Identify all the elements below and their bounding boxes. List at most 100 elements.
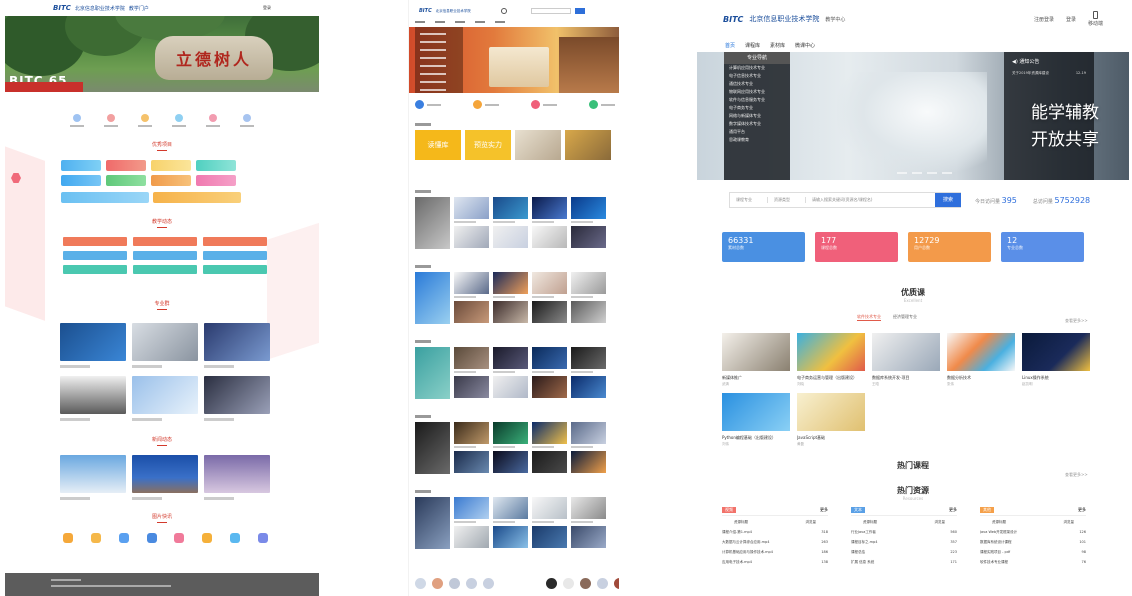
list-item[interactable]: 软件技术专业课程 76 [980,557,1086,567]
library-search-input[interactable] [530,8,571,14]
course-card[interactable]: 数据库系统开发-项目 王晗 [872,333,940,387]
side-menu-item[interactable]: 通信技术专业 [724,80,790,88]
resource-card[interactable] [571,272,606,324]
nav-microcourse[interactable]: 微课中心 [795,42,815,49]
course-card[interactable]: Linux操作系统 赵凯明 [1022,333,1090,387]
major-card[interactable] [204,376,270,421]
news-chip[interactable] [203,237,267,246]
quick-icon[interactable] [118,533,129,543]
resource-card[interactable] [532,347,567,399]
major-card[interactable] [132,323,198,368]
avatar[interactable] [546,578,557,589]
portal-login-link[interactable]: 登录 [263,5,271,11]
tab-software[interactable]: 软件技术专业 [857,314,881,321]
list-more-link[interactable]: 更多 [949,507,957,513]
resource-card[interactable] [571,197,606,249]
project-button[interactable] [61,175,101,186]
side-menu-item[interactable]: 数字媒体技术专业 [724,120,790,128]
major-select[interactable]: 课程专业 [730,197,768,203]
quick-icon[interactable] [63,533,73,543]
resource-card[interactable] [571,497,606,549]
project-button[interactable] [196,160,236,171]
list-item[interactable]: 行业Java工作者 560 [851,527,957,537]
side-menu-item[interactable]: 电子信息技术专业 [724,72,790,80]
resource-card[interactable] [571,347,606,399]
library-search-button[interactable] [574,8,585,14]
resource-card[interactable] [493,197,528,249]
news-card[interactable] [132,455,198,500]
featured-more-link[interactable]: 查看更多>> [1065,318,1088,324]
course-card[interactable]: 电子商务运营与管理（出版建设） 刘晓 [797,333,865,387]
summary-tile[interactable]: 12729 用户总数 [908,232,991,262]
avatar[interactable] [415,578,426,589]
list-item[interactable]: 数据库系统设计课程 101 [980,537,1086,547]
featured-tile[interactable]: 预览实力 [465,130,511,160]
list-item[interactable]: 大数据与云计算综合应用.mp4 263 [722,537,828,547]
center-logo-mark[interactable]: BITC [723,15,743,24]
avatar[interactable] [614,578,619,589]
avatar[interactable] [432,578,443,589]
notice-item[interactable]: 关于2019年资源库建设 12-19 [1004,71,1094,76]
resource-card[interactable] [532,197,567,249]
avatar[interactable] [449,578,460,589]
summary-tile[interactable]: 12 专业总数 [1001,232,1084,262]
avatar[interactable] [563,578,574,589]
featured-tile[interactable] [565,130,611,160]
avatar[interactable] [580,578,591,589]
course-card[interactable]: Python编程基础（出版建设） 刘伟 [722,393,790,447]
list-item[interactable]: 课程介绍-第1.mp4 318 [722,527,828,537]
list-item[interactable]: 课程总结 223 [851,547,957,557]
project-button[interactable] [153,192,241,203]
news-chip[interactable] [63,237,127,246]
nav-home[interactable]: 首页 [725,42,735,49]
project-button[interactable] [61,160,101,171]
side-menu-item[interactable]: 网络与新媒体专业 [724,112,790,120]
list-item[interactable]: 课程目标之.mp4 357 [851,537,957,547]
resource-card[interactable] [532,497,567,549]
featured-tile[interactable] [515,130,561,160]
news-card[interactable] [204,455,270,500]
news-chip[interactable] [63,265,127,274]
quick-icon[interactable] [174,533,185,543]
login-link[interactable]: 登录 [1066,16,1076,23]
avatar[interactable] [466,578,477,589]
project-button[interactable] [61,192,149,203]
quick-icon[interactable] [230,533,241,543]
major-card[interactable] [132,376,198,421]
mobile-link[interactable]: 移动端 [1088,11,1103,27]
resource-card[interactable] [532,272,567,324]
course-card[interactable]: JavaScript基础 黄磊 [797,393,865,447]
major-card[interactable] [204,323,270,368]
resource-card[interactable] [454,422,489,474]
news-chip[interactable] [203,265,267,274]
list-item[interactable]: Java Web开发框架设计 126 [980,527,1086,537]
news-chip[interactable] [63,251,127,260]
featured-tile[interactable]: 读懂库 [415,130,461,160]
nav-course-library[interactable]: 课程库 [745,42,760,49]
register-link[interactable]: 注册登录 [1034,16,1054,23]
list-more-link[interactable]: 更多 [1078,507,1086,513]
avatar[interactable] [597,578,608,589]
side-menu-item[interactable]: 计算机应用技术专业 [724,64,790,72]
hot-more-link[interactable]: 查看更多>> [1065,472,1088,478]
avatar[interactable] [483,578,494,589]
major-card[interactable] [60,376,126,421]
list-item[interactable]: 课程实践项目 - pdf 98 [980,547,1086,557]
tab-economics[interactable]: 经济管理专业 [893,314,917,321]
quick-icon[interactable] [90,533,101,543]
project-button[interactable] [151,160,191,171]
resource-card[interactable] [415,422,450,474]
project-button[interactable] [106,175,146,186]
side-menu-item[interactable]: 思政课教育 [724,136,790,144]
resource-card[interactable] [493,347,528,399]
side-menu-item[interactable]: 物联网应用技术专业 [724,88,790,96]
side-menu-item[interactable]: 通用平台 [724,128,790,136]
side-menu-item[interactable]: 软件与信息服务专业 [724,96,790,104]
resource-card[interactable] [493,272,528,324]
quick-icon[interactable] [146,533,157,543]
library-category-menu[interactable] [415,27,463,93]
summary-tile[interactable]: 177 课程总数 [815,232,898,262]
type-select[interactable]: 资源类型 [768,197,806,203]
resource-card[interactable] [415,272,450,324]
library-logo-mark[interactable]: BITC [419,8,432,14]
